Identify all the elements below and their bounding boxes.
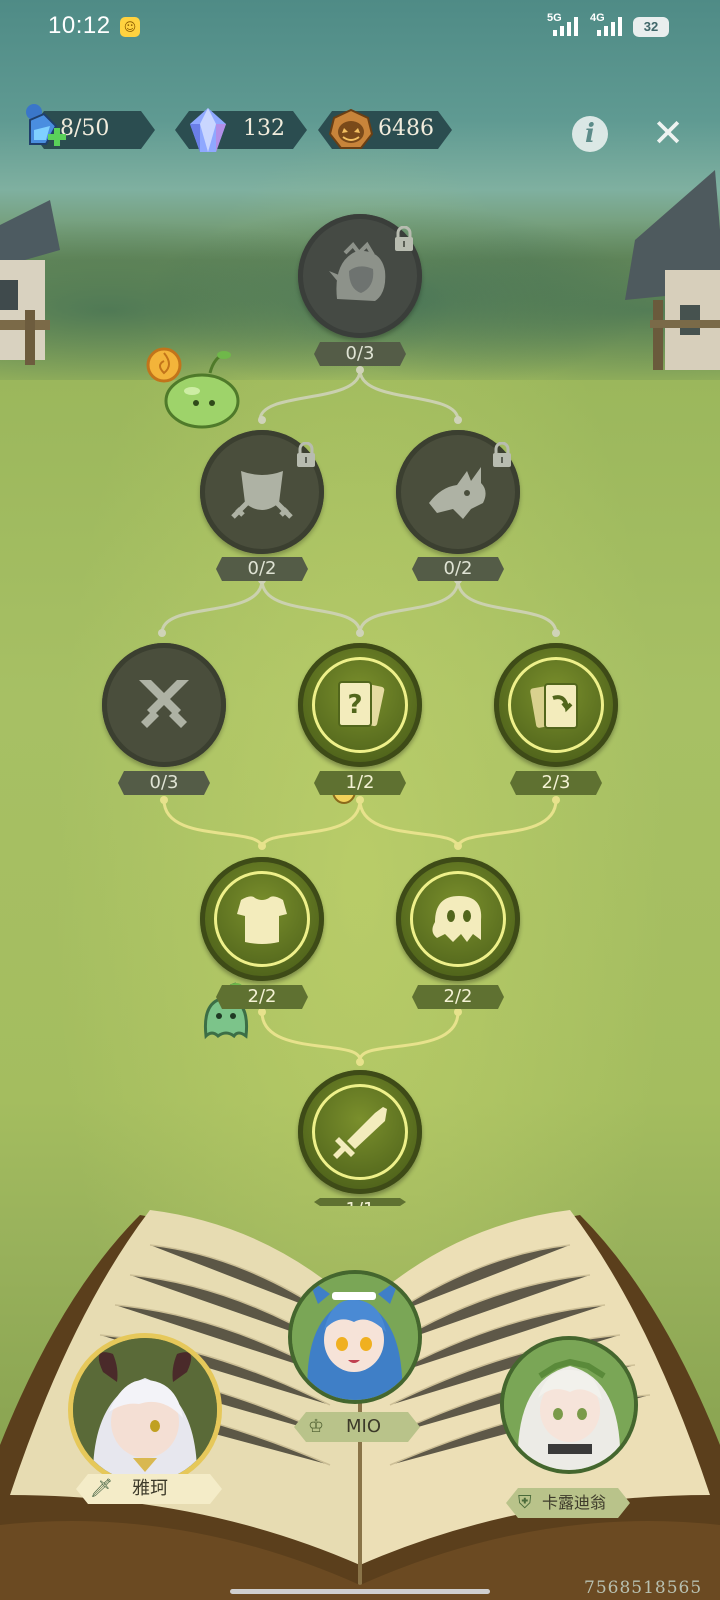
node-progress-crossed-swords: 0/3 (118, 771, 210, 795)
card-swap-icon (530, 683, 578, 729)
node-progress-shield: 0/2 (216, 557, 308, 581)
skill-node-card-swap[interactable] (494, 643, 618, 767)
sword-icon (333, 1107, 387, 1159)
crossed-swords-icon (139, 680, 189, 728)
mystery-card-icon: ? (338, 681, 385, 727)
shield-swords-icon (231, 471, 293, 519)
skill-node-mystery-card[interactable]: ? (298, 643, 422, 767)
character-portrait-yake[interactable] (68, 1333, 222, 1487)
hooded-character-icon (329, 241, 386, 301)
node-progress-mystery-card: 1/2 (314, 771, 406, 795)
name-plate-mio[interactable]: ♔ MIO (294, 1412, 420, 1442)
character-portrait-mio[interactable] (288, 1270, 422, 1404)
node-progress-ghost: 2/2 (412, 985, 504, 1009)
name-plate-kaludiweng[interactable]: ⛨ 卡露迪翁 (506, 1488, 630, 1518)
sword-icon: 🗡 (90, 1478, 113, 1499)
ghost-icon (432, 896, 482, 942)
watermark-number: 7568518565 (584, 1578, 703, 1598)
shield-icon: ⛨ (518, 1492, 532, 1513)
lock-icon (395, 226, 413, 251)
name-plate-yake[interactable]: 🗡 雅珂 (76, 1474, 222, 1504)
svg-text:?: ? (347, 690, 362, 720)
skill-node-ghost[interactable] (396, 857, 520, 981)
node-progress-armor: 2/2 (216, 985, 308, 1009)
node-progress-dragon: 0/2 (412, 557, 504, 581)
character-portrait-kaludiweng[interactable] (500, 1336, 638, 1474)
home-indicator[interactable] (230, 1589, 490, 1594)
node-progress-top: 0/3 (314, 342, 406, 366)
armor-icon (237, 896, 287, 944)
skill-node-sword[interactable] (298, 1070, 422, 1194)
character-name: 雅珂 (132, 1478, 168, 1499)
sun-slime-mascot (146, 347, 240, 429)
character-name: MIO (346, 1416, 382, 1437)
crown-icon: ♔ (308, 1416, 325, 1437)
character-art-kaludiweng (504, 1340, 634, 1470)
character-art-yake (73, 1338, 217, 1482)
skill-node-crossed-swords[interactable] (102, 643, 226, 767)
character-name: 卡露迪翁 (542, 1493, 607, 1512)
dragon-head-icon (429, 467, 486, 519)
node-progress-card-swap: 2/3 (510, 771, 602, 795)
lock-icon (493, 442, 511, 467)
lock-icon (297, 442, 315, 467)
character-art-mio (292, 1274, 418, 1400)
skill-node-armor[interactable] (200, 857, 324, 981)
